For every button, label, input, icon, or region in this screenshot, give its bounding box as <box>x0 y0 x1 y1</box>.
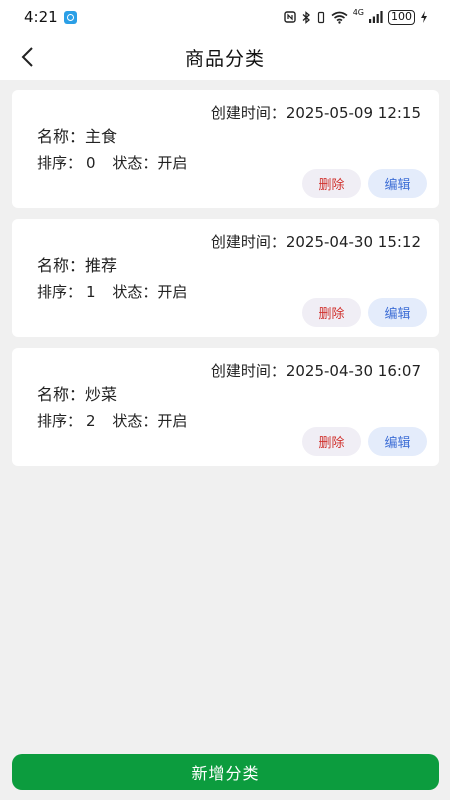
charging-icon <box>421 11 427 23</box>
created-value: 2025-04-30 15:12 <box>285 233 421 251</box>
category-list: 创建时间：2025-05-09 12:15 名称：主食 排序： 0 状态：开启 删… <box>12 90 439 477</box>
page-title: 商品分类 <box>184 47 265 70</box>
category-card: 创建时间：2025-04-30 15:12 名称：推荐 排序： 1 状态：开启 删… <box>12 219 439 337</box>
status-right: 4G 100 <box>284 7 428 25</box>
name-label: 名称： <box>37 127 86 146</box>
sort-label: 排序： <box>37 283 83 301</box>
created-value: 2025-04-30 16:07 <box>285 362 421 380</box>
category-meta: 排序： 1 状态：开启 <box>37 281 191 302</box>
page-header: 商品分类 <box>0 34 450 80</box>
wifi-icon <box>331 11 348 24</box>
category-meta: 排序： 0 状态：开启 <box>37 152 191 173</box>
created-label: 创建时间： <box>210 233 286 251</box>
add-category-button[interactable]: 新增分类 <box>12 754 439 790</box>
back-button[interactable] <box>14 44 40 70</box>
app-notification-icon <box>63 10 77 24</box>
created-time: 创建时间：2025-05-09 12:15 <box>211 102 421 123</box>
state-label: 状态： <box>112 154 158 172</box>
edit-button[interactable]: 编辑 <box>368 427 427 456</box>
status-time: 4:21 <box>24 8 58 26</box>
name-value: 炒菜 <box>85 385 118 404</box>
sort-value: 0 <box>86 154 96 172</box>
state-value: 开启 <box>157 283 188 301</box>
created-time: 创建时间：2025-04-30 15:12 <box>211 231 421 252</box>
name-value: 推荐 <box>85 256 118 275</box>
network-type: 4G <box>352 7 364 17</box>
state-value: 开启 <box>157 412 188 430</box>
battery-level: 100 <box>388 9 415 25</box>
state-value: 开启 <box>157 154 188 172</box>
chevron-left-icon <box>21 47 33 67</box>
category-name: 名称：推荐 <box>37 252 117 276</box>
sort-value: 2 <box>86 412 96 430</box>
status-left: 4:21 <box>24 8 77 26</box>
bluetooth-icon <box>302 10 310 24</box>
name-label: 名称： <box>37 385 86 404</box>
edit-button[interactable]: 编辑 <box>368 298 427 327</box>
delete-button[interactable]: 删除 <box>302 427 361 456</box>
vibrate-icon <box>317 11 324 23</box>
sort-value: 1 <box>86 283 96 301</box>
created-label: 创建时间： <box>210 104 286 122</box>
category-meta: 排序： 2 状态：开启 <box>37 410 191 431</box>
category-card: 创建时间：2025-05-09 12:15 名称：主食 排序： 0 状态：开启 删… <box>12 90 439 208</box>
name-value: 主食 <box>85 127 118 146</box>
delete-button[interactable]: 删除 <box>302 169 361 198</box>
created-time: 创建时间：2025-04-30 16:07 <box>211 360 421 381</box>
category-card: 创建时间：2025-04-30 16:07 名称：炒菜 排序： 2 状态：开启 删… <box>12 348 439 466</box>
nfc-icon <box>284 11 296 23</box>
sort-label: 排序： <box>37 412 83 430</box>
category-name: 名称：炒菜 <box>37 381 117 405</box>
signal-icon <box>369 11 383 23</box>
created-value: 2025-05-09 12:15 <box>285 104 421 122</box>
status-bar: 4:21 4G 100 <box>0 0 450 34</box>
created-label: 创建时间： <box>210 362 286 380</box>
edit-button[interactable]: 编辑 <box>368 169 427 198</box>
category-name: 名称：主食 <box>37 123 117 147</box>
name-label: 名称： <box>37 256 86 275</box>
sort-label: 排序： <box>37 154 83 172</box>
delete-button[interactable]: 删除 <box>302 298 361 327</box>
state-label: 状态： <box>112 283 158 301</box>
state-label: 状态： <box>112 412 158 430</box>
